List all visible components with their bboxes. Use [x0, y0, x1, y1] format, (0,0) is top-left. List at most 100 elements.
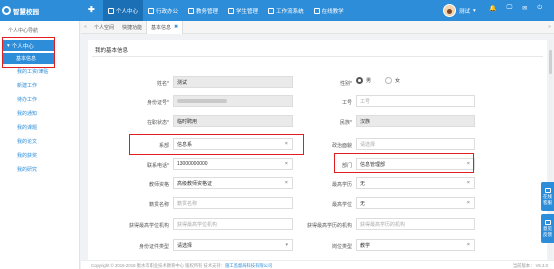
highlight-box-department	[334, 153, 474, 173]
menu-toggle-icon[interactable]: ✚	[88, 5, 95, 14]
top-bar: 智慧校园 ✚ 个人中心 行政办公 教务管理 学生管理 工作流系统 在线教学 测试…	[0, 0, 554, 21]
tab-scroll-right-icon[interactable]: »	[545, 24, 554, 30]
float-label: 在线客服	[543, 193, 552, 205]
label-id-number: 身份证号*	[147, 100, 169, 106]
label-name: 姓名*	[157, 81, 169, 87]
education-institution-field[interactable]: 获得最高学历的机构	[356, 218, 475, 230]
highest-degree-select[interactable]: 无 ×	[356, 197, 475, 209]
degree-institution-field[interactable]: 获得最高学位机构	[173, 218, 293, 230]
post-type-select[interactable]: 教学 ×	[356, 239, 475, 251]
copyright-text: Copyright © 2015-2018 衡水市职业技术教育中心 版权所有 技…	[91, 263, 226, 268]
tab-basic-info[interactable]: 基本信息 ✖	[146, 20, 184, 34]
field-value: 无	[360, 180, 366, 187]
nav-item-administration[interactable]: 行政办公	[143, 0, 183, 21]
logo[interactable]: 智慧校园	[2, 4, 39, 17]
ethnicity-field[interactable]: 汉族	[356, 115, 475, 127]
nav-label: 行政办公	[156, 8, 179, 15]
teaching-icon	[188, 7, 195, 14]
version: 当前版本： V5.3.0	[512, 263, 548, 268]
clear-icon[interactable]: ×	[467, 242, 470, 248]
logo-icon	[2, 6, 11, 15]
field-value: 无	[360, 200, 366, 207]
label-employment-status: 在职状态*	[147, 120, 169, 126]
sidebar-item-new-work[interactable]: 新建工作	[17, 82, 77, 89]
political-status-select[interactable]: 请选择	[356, 138, 475, 150]
footer: Copyright © 2015-2018 衡水市职业技术教育中心 版权所有 技…	[81, 260, 554, 269]
id-number-field[interactable]	[173, 95, 293, 107]
label-highest-education: 最高学历	[331, 182, 352, 188]
nav-item-students[interactable]: 学生管理	[223, 0, 263, 21]
chat-icon	[544, 187, 551, 193]
phone-field[interactable]: 13000000000 ×	[173, 158, 293, 170]
label-ethnicity: 民族*	[340, 120, 352, 126]
label-degree-institution: 获得最高学位机构	[128, 223, 169, 229]
user-icon	[108, 7, 114, 14]
radio-label: 女	[395, 78, 401, 84]
office-icon	[148, 7, 155, 14]
nav-label: 学生管理	[236, 8, 259, 15]
feedback-icon	[544, 219, 551, 225]
clear-icon[interactable]: ×	[467, 200, 470, 206]
nav-item-workflow[interactable]: 工作流系统	[263, 0, 309, 21]
nav-label: 个人中心	[116, 8, 139, 15]
page-title: 我的基本信息	[95, 48, 129, 54]
sidebar-item-salary[interactable]: 我的工资/津贴	[17, 68, 77, 75]
redacted-value	[177, 99, 227, 103]
field-value: 高级教师资格证	[177, 180, 213, 187]
sidebar-item-todo[interactable]: 待办工作	[17, 96, 77, 103]
clear-icon[interactable]: ×	[467, 180, 470, 186]
online-service-button[interactable]: 在线客服	[541, 182, 554, 211]
radio-unchecked-icon	[385, 77, 392, 84]
nav-label: 工作流系统	[276, 8, 304, 15]
gender-radio-female[interactable]: 女	[385, 77, 400, 84]
sidebar-item-papers[interactable]: 我的论文	[17, 138, 77, 145]
top-icons: 🔔 🖵 ✉ ⏻	[489, 5, 542, 12]
close-icon[interactable]: ✖	[174, 24, 178, 30]
monitor-icon[interactable]: 🖵	[506, 5, 512, 12]
label-staff-number: 工号	[341, 100, 352, 106]
tab-personal-space[interactable]: 个人空间	[90, 21, 118, 34]
clear-icon[interactable]: ×	[285, 161, 288, 167]
nav-item-online-teaching[interactable]: 在线教学	[309, 0, 349, 21]
user-name: 测试	[459, 8, 471, 15]
nav-label: 在线教学	[321, 8, 344, 15]
gender-radio-male[interactable]: 男	[356, 77, 371, 84]
sidebar-item-awards[interactable]: 我的获奖	[17, 152, 77, 159]
highlight-box-sidebar	[2, 37, 55, 68]
label-post-type: 岗位类型	[331, 244, 352, 250]
student-icon	[228, 7, 235, 14]
support-link[interactable]: 施工监督局科技有限公司	[225, 263, 272, 268]
highlight-box-series	[129, 134, 304, 155]
highest-education-select[interactable]: 无 ×	[356, 177, 475, 189]
sidebar-item-notices[interactable]: 我的通知	[17, 110, 77, 117]
tab-scroll-left-icon[interactable]: «	[81, 24, 90, 30]
sidebar-item-topics[interactable]: 我的课题	[17, 124, 77, 131]
tab-shortcuts[interactable]: 快捷功能	[118, 21, 146, 34]
copyright: Copyright © 2015-2018 衡水市职业技术教育中心 版权所有 技…	[91, 263, 272, 269]
tab-bar: « 个人空间 快捷功能 基本信息 ✖ »	[81, 20, 554, 34]
clear-icon[interactable]: ×	[285, 180, 288, 186]
mail-icon[interactable]: ✉	[522, 5, 527, 12]
scrollbar-thumb[interactable]	[549, 50, 552, 74]
label-id-type: 身份证件类型	[138, 244, 169, 250]
field-value: 13000000000	[177, 161, 208, 167]
sidebar-item-research[interactable]: 我的研究	[17, 166, 77, 173]
nav-item-personal-center[interactable]: 个人中心	[103, 0, 144, 21]
teacher-qualification-select[interactable]: 高级教师资格证 ×	[173, 177, 293, 189]
feedback-button[interactable]: 意见反馈	[541, 214, 554, 243]
staff-number-field[interactable]: 工号	[356, 95, 475, 107]
nav-item-academic[interactable]: 教务管理	[183, 0, 223, 21]
bell-icon[interactable]: 🔔	[489, 5, 496, 12]
nav-label: 教务管理	[196, 8, 219, 15]
user-menu[interactable]: 测试 ▾	[443, 3, 476, 18]
name-field[interactable]: 测试	[173, 76, 293, 88]
native-place-field[interactable]: 籍贯名称	[173, 197, 293, 209]
power-icon[interactable]: ⏻	[537, 5, 542, 12]
logo-text: 智慧校园	[13, 8, 39, 16]
label-education-institution: 获得最高学历的机构	[306, 223, 352, 229]
chevron-down-icon: ▾	[473, 7, 476, 14]
id-type-select[interactable]: 请选择 ▾	[173, 239, 293, 251]
label-teacher-qualification: 教师资格	[148, 182, 169, 188]
employment-status-field[interactable]: 临时聘用	[173, 115, 293, 127]
label-gender: 性别*	[340, 81, 352, 87]
